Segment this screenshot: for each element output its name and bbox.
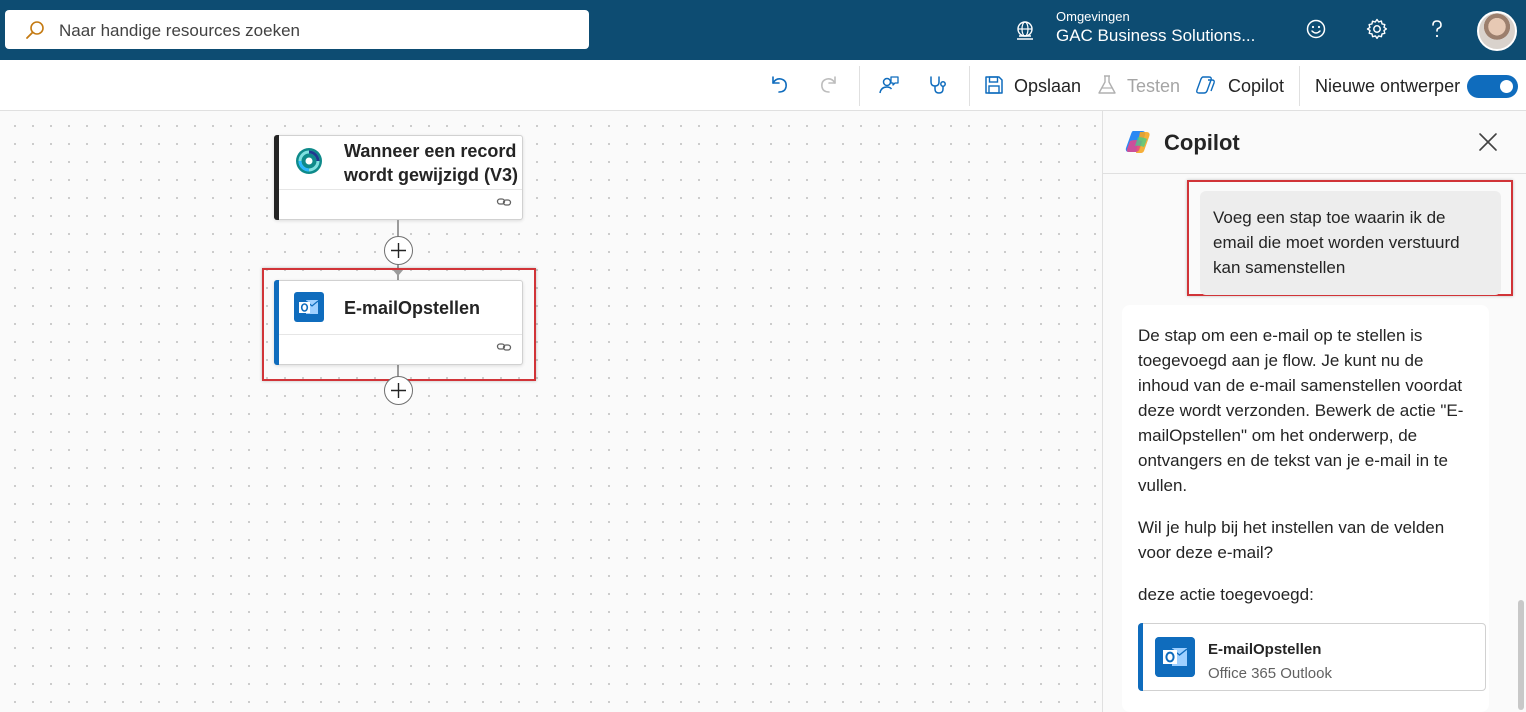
trigger-title-line2: wordt gewijzigd (V3) — [344, 165, 518, 185]
separator — [859, 66, 860, 106]
copilot-panel-header: Copilot — [1103, 111, 1526, 174]
card-stripe — [1138, 623, 1143, 691]
test-button[interactable]: Testen — [1127, 76, 1180, 97]
flow-canvas[interactable]: Wanneer een record wordt gewijzigd (V3) … — [0, 111, 1102, 712]
response-paragraph: De stap om een e-mail op te stellen is t… — [1138, 326, 1464, 495]
undo-icon[interactable] — [768, 74, 790, 96]
card-subtitle: Office 365 Outlook — [1208, 665, 1332, 682]
save-button[interactable]: Opslaan — [1014, 76, 1081, 97]
copilot-button[interactable]: Copilot — [1228, 76, 1284, 97]
copilot-icon[interactable] — [1195, 74, 1217, 96]
dataverse-icon — [296, 148, 322, 174]
command-bar: Opslaan Testen Copilot Nieuwe ontwerper — [0, 60, 1526, 111]
search-icon — [26, 21, 44, 39]
copilot-response: De stap om een e-mail op te stellen is t… — [1122, 305, 1489, 712]
outlook-icon — [294, 292, 324, 322]
link-icon[interactable] — [496, 194, 512, 210]
outlook-icon — [1155, 637, 1195, 677]
new-designer-label: Nieuwe ontwerper — [1315, 76, 1461, 96]
save-icon[interactable] — [983, 74, 1005, 96]
new-designer-toggle[interactable] — [1467, 75, 1518, 98]
toggle-knob — [1500, 80, 1513, 93]
search-box[interactable]: Naar handige resources zoeken — [5, 10, 589, 49]
environment-globe-icon[interactable] — [1013, 19, 1037, 43]
smiley-feedback-icon[interactable] — [1304, 17, 1328, 41]
environment-label: Omgevingen — [1056, 9, 1130, 24]
flow-checker-stethoscope-icon[interactable] — [928, 74, 950, 96]
separator — [1299, 66, 1300, 106]
trigger-title-line1: Wanneer een record — [344, 141, 517, 161]
close-icon[interactable] — [1477, 131, 1499, 153]
copilot-panel: Copilot Voeg een stap toe waarin ik de e… — [1102, 111, 1526, 712]
node-stripe — [274, 135, 279, 220]
search-input[interactable]: Naar handige resources zoeken — [59, 21, 300, 41]
response-action-intro: deze actie toegevoegd: — [1138, 585, 1314, 604]
added-action-card[interactable]: E-mailOpstellen Office 365 Outlook — [1138, 623, 1486, 691]
gear-icon[interactable] — [1365, 17, 1389, 41]
help-icon[interactable] — [1425, 17, 1449, 41]
environment-name[interactable]: GAC Business Solutions... — [1056, 26, 1255, 46]
top-bar: Naar handige resources zoeken Omgevingen… — [0, 0, 1526, 60]
card-title: E-mailOpstellen — [1208, 641, 1322, 658]
separator — [969, 66, 970, 106]
trigger-node[interactable]: Wanneer een record wordt gewijzigd (V3) — [274, 135, 523, 220]
node-stripe — [274, 280, 279, 365]
link-icon[interactable] — [496, 339, 512, 355]
user-avatar[interactable] — [1477, 11, 1517, 51]
copilot-panel-title: Copilot — [1164, 130, 1240, 155]
copilot-logo-icon — [1125, 131, 1150, 153]
response-question: Wil je hulp bij het instellen van de vel… — [1138, 518, 1445, 562]
redo-icon[interactable] — [818, 74, 840, 96]
node-divider — [279, 334, 522, 335]
test-flask-icon[interactable] — [1096, 74, 1118, 96]
action-title: E-mailOpstellen — [344, 298, 481, 318]
comments-icon[interactable] — [878, 74, 900, 96]
add-step-button[interactable] — [384, 376, 413, 405]
action-node-email[interactable]: E-mailOpstellen — [274, 280, 523, 365]
node-divider — [279, 189, 522, 190]
plus-icon — [391, 243, 406, 258]
plus-icon — [391, 383, 406, 398]
panel-scrollbar[interactable] — [1518, 600, 1524, 710]
add-step-button[interactable] — [384, 236, 413, 265]
user-message: Voeg een stap toe waarin ik de email die… — [1200, 191, 1501, 295]
